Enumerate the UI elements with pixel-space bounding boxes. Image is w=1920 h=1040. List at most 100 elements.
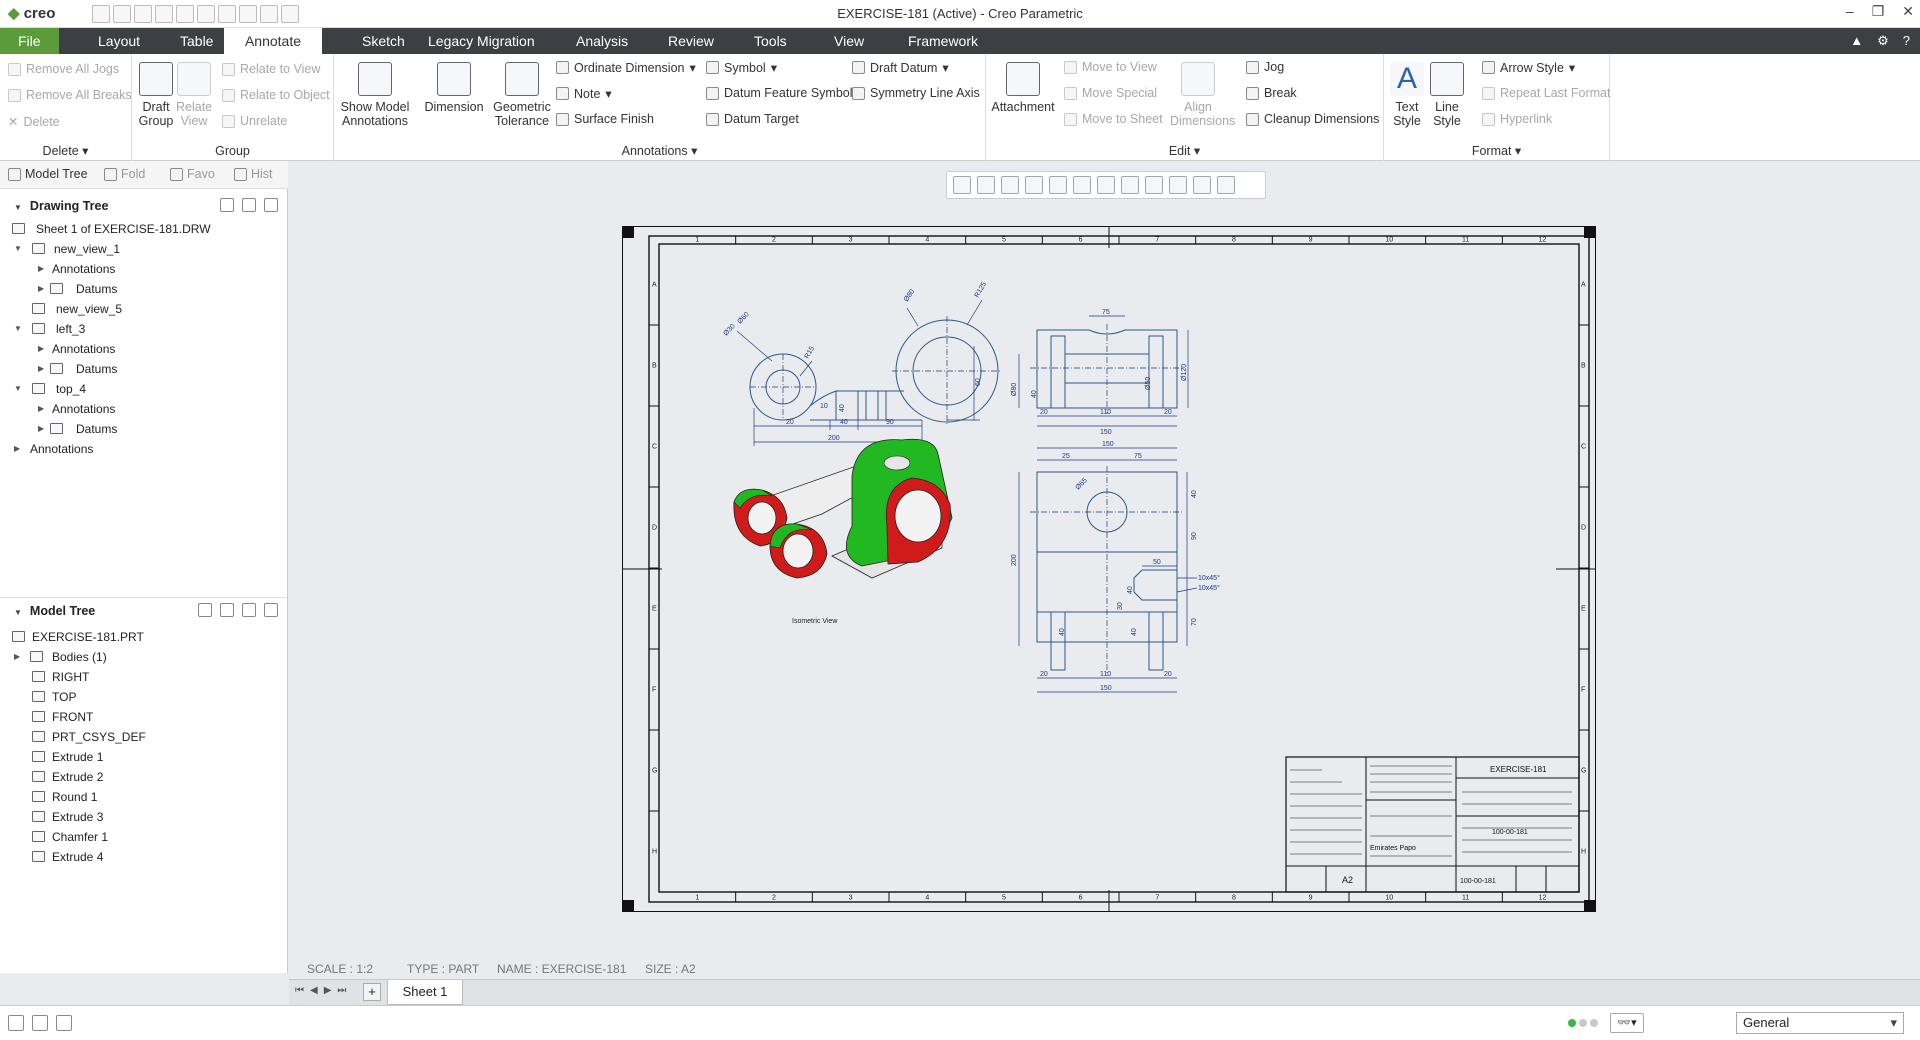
note-button[interactable]: Note ▾ <box>556 86 612 101</box>
unrelate-button[interactable]: Unrelate <box>222 114 287 128</box>
annotations-group-label[interactable]: Annotations ▾ <box>334 143 985 158</box>
tree-settings-icon[interactable] <box>220 603 234 617</box>
tab-layout[interactable]: Layout <box>80 28 158 54</box>
draft-group-button[interactable]: Draft Group <box>138 62 174 128</box>
show-model-annotations-button[interactable]: Show Model Annotations <box>338 62 412 128</box>
tree-item-csys[interactable]: PRT_CSYS_DEF <box>0 727 288 747</box>
geometric-tolerance-button[interactable]: Geometric Tolerance <box>490 62 554 128</box>
shaded-icon[interactable] <box>1073 176 1091 194</box>
hidden-line-icon[interactable] <box>1097 176 1115 194</box>
expand-arrow-icon[interactable]: ▼ <box>14 239 22 259</box>
refit-icon[interactable] <box>953 176 971 194</box>
tree-item-datums[interactable]: ▶ Datums <box>0 279 288 299</box>
datum-feature-symbol-button[interactable]: Datum Feature Symbol <box>706 86 853 100</box>
toggle-browser-icon[interactable] <box>32 1015 48 1031</box>
tree-item-datums[interactable]: ▶ Datums <box>0 419 288 439</box>
text-style-button[interactable]: A Text Style <box>1388 62 1426 128</box>
tab-review[interactable]: Review <box>650 28 732 54</box>
tree-settings-icon[interactable] <box>220 198 234 212</box>
axis-display-icon[interactable] <box>1145 176 1163 194</box>
tree-item-top-plane[interactable]: TOP <box>0 687 288 707</box>
tab-view[interactable]: View <box>816 28 882 54</box>
tree-item-extrude-4[interactable]: Extrude 4 <box>0 847 288 867</box>
collapse-arrow-icon[interactable]: ▶ <box>38 279 44 299</box>
collapse-arrow-icon[interactable]: ▶ <box>38 339 44 359</box>
cleanup-dimensions-button[interactable]: Cleanup Dimensions <box>1246 112 1379 126</box>
edit-group-label[interactable]: Edit ▾ <box>986 143 1383 158</box>
relate-view-button[interactable]: Relate View <box>176 62 212 128</box>
collapse-arrow-icon[interactable]: ▶ <box>38 259 44 279</box>
tree-item-annotations[interactable]: ▶ Annotations <box>0 399 288 419</box>
tree-columns-icon[interactable] <box>242 603 256 617</box>
collapse-arrow-icon[interactable]: ▶ <box>38 399 44 419</box>
datum-target-button[interactable]: Datum Target <box>706 112 799 126</box>
datum-display-icon[interactable] <box>1121 176 1139 194</box>
align-dimensions-button[interactable]: Align Dimensions <box>1170 62 1235 128</box>
tree-item-annotations-root[interactable]: ▶ Annotations <box>0 439 288 459</box>
tree-filter-icon[interactable] <box>264 603 278 617</box>
close-icon[interactable]: ✕ <box>1902 3 1914 20</box>
tree-item-left-3[interactable]: ▼ left_3 <box>0 319 288 339</box>
display-style-icon[interactable] <box>1049 176 1067 194</box>
format-group-label[interactable]: Format ▾ <box>1384 143 1609 158</box>
tab-framework[interactable]: Framework <box>890 28 996 54</box>
drawing-tree-header[interactable]: Drawing Tree <box>0 193 288 219</box>
find-binoculars-icon[interactable]: 👓▾ <box>1610 1013 1644 1033</box>
remove-all-jogs-button[interactable]: Remove All Jogs <box>8 62 119 76</box>
symmetry-line-axis-button[interactable]: Symmetry Line Axis <box>852 86 980 100</box>
tree-item-part[interactable]: EXERCISE-181.PRT <box>0 627 288 647</box>
point-display-icon[interactable] <box>1169 176 1187 194</box>
ribbon-settings-icon[interactable]: ⚙ <box>1877 33 1889 49</box>
tab-file[interactable]: File <box>0 28 59 54</box>
jog-button[interactable]: Jog <box>1246 60 1284 74</box>
tab-favorites[interactable]: Favo <box>170 167 215 181</box>
tab-annotate[interactable]: Annotate <box>224 28 322 54</box>
attachment-button[interactable]: Attachment <box>990 62 1056 114</box>
first-sheet-icon[interactable]: ⏮ <box>295 985 304 996</box>
maximize-icon[interactable]: ❐ <box>1872 3 1885 20</box>
collapse-arrow-icon[interactable]: ▶ <box>14 439 20 459</box>
tree-item-new-view-1[interactable]: ▼ new_view_1 <box>0 239 288 259</box>
tree-item-extrude-2[interactable]: Extrude 2 <box>0 767 288 787</box>
ordinate-dimension-button[interactable]: Ordinate Dimension ▾ <box>556 60 696 75</box>
arrow-style-button[interactable]: Arrow Style ▾ <box>1482 60 1575 75</box>
tree-item-chamfer-1[interactable]: Chamfer 1 <box>0 827 288 847</box>
tree-filter-icon[interactable] <box>264 198 278 212</box>
collapse-arrow-icon[interactable]: ▶ <box>38 419 44 439</box>
collapse-arrow-icon[interactable]: ▶ <box>38 359 44 379</box>
help-icon[interactable]: ? <box>1903 33 1910 49</box>
toggle-navigator-icon[interactable] <box>8 1015 24 1031</box>
tree-item-front-plane[interactable]: FRONT <box>0 707 288 727</box>
next-sheet-icon[interactable]: ▶ <box>324 985 332 996</box>
surface-finish-button[interactable]: Surface Finish <box>556 112 654 126</box>
minimize-icon[interactable]: – <box>1846 3 1854 20</box>
dimension-button[interactable]: Dimension <box>422 62 486 114</box>
tab-folder-browser[interactable]: Fold <box>104 167 145 181</box>
tab-history[interactable]: Hist <box>234 167 273 181</box>
symbol-button[interactable]: Symbol ▾ <box>706 60 777 75</box>
hyperlink-button[interactable]: Hyperlink <box>1482 112 1552 126</box>
move-to-view-button[interactable]: Move to View <box>1064 60 1157 74</box>
zoom-in-icon[interactable] <box>977 176 995 194</box>
tab-analysis[interactable]: Analysis <box>558 28 646 54</box>
tree-item-round-1[interactable]: Round 1 <box>0 787 288 807</box>
add-sheet-button[interactable]: + <box>363 983 381 1001</box>
zoom-out-icon[interactable] <box>1001 176 1019 194</box>
tree-columns-icon[interactable] <box>242 198 256 212</box>
tree-item-extrude-1[interactable]: Extrude 1 <box>0 747 288 767</box>
repaint-icon[interactable] <box>1025 176 1043 194</box>
draft-datum-button[interactable]: Draft Datum ▾ <box>852 60 949 75</box>
tree-item-new-view-5[interactable]: new_view_5 <box>0 299 288 319</box>
last-sheet-icon[interactable]: ⏭ <box>337 985 346 996</box>
tree-display-icon[interactable] <box>198 603 212 617</box>
relate-to-view-button[interactable]: Relate to View <box>222 62 320 76</box>
tree-item-bodies[interactable]: ▶ Bodies (1) <box>0 647 288 667</box>
line-style-button[interactable]: Line Style <box>1428 62 1466 128</box>
move-to-sheet-button[interactable]: Move to Sheet <box>1064 112 1163 126</box>
move-special-button[interactable]: Move Special <box>1064 86 1157 100</box>
tree-item-annotations[interactable]: ▶ Annotations <box>0 259 288 279</box>
expand-arrow-icon[interactable]: ▼ <box>14 319 22 339</box>
prev-sheet-icon[interactable]: ◀ <box>310 985 318 996</box>
delete-group-label[interactable]: Delete ▾ <box>0 143 131 158</box>
csys-display-icon[interactable] <box>1193 176 1211 194</box>
